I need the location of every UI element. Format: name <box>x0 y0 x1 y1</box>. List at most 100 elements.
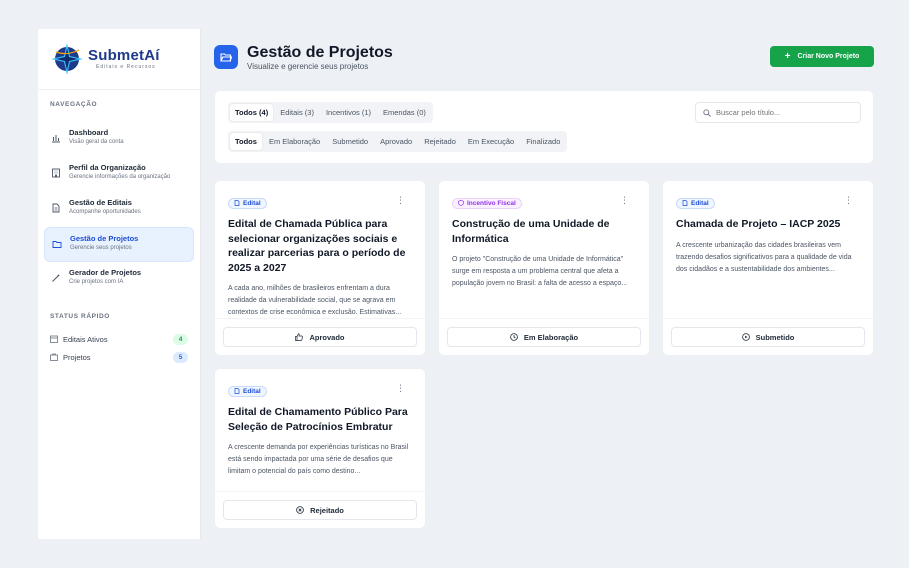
card-description: A cada ano, milhões de brasileiros enfre… <box>228 285 402 316</box>
sidebar-item-editais[interactable]: Gestão de Editais Acompanhe oportunidade… <box>44 192 194 227</box>
tab-status-submetido[interactable]: Submetido <box>327 133 373 150</box>
sidebar-item-desc: Acompanhe oportunidades <box>69 209 141 215</box>
document-icon <box>234 200 240 206</box>
sidebar-item-label: Gerador de Projetos <box>69 268 142 277</box>
thumbs-up-icon <box>295 333 304 341</box>
tab-status-rejeitado[interactable]: Rejeitado <box>419 133 461 150</box>
plus-icon: + <box>784 50 791 62</box>
card-title: Construção de uma Unidade de Informática <box>452 218 610 245</box>
type-tag: Edital <box>228 197 267 209</box>
sidebar-item-label: Gestão de Editais <box>69 198 132 207</box>
nav-section-title: NAVEGAÇÃO <box>50 101 98 108</box>
x-circle-icon <box>296 506 304 514</box>
status-label: Editais Ativos <box>63 334 108 344</box>
type-tag: Incentivo Fiscal <box>452 197 522 209</box>
project-cards-grid: Edital ⋮ Edital de Chamada Pública para … <box>214 180 874 529</box>
status-count-badge: 5 <box>173 351 188 363</box>
sidebar-item-label: Dashboard <box>69 128 109 137</box>
tab-status-finalizado[interactable]: Finalizado <box>521 133 565 150</box>
document-icon <box>682 200 688 206</box>
card-description: A crescente demanda por experiências tur… <box>228 444 409 475</box>
create-project-button[interactable]: + Criar Novo Projeto <box>770 46 874 67</box>
star-logo-icon <box>51 43 83 75</box>
building-icon <box>52 168 60 178</box>
sidebar: SubmetAí Editais e Recursos NAVEGAÇÃO Da… <box>38 29 201 539</box>
tab-editais[interactable]: Editais (3) <box>275 104 319 121</box>
project-card[interactable]: Incentivo Fiscal ⋮ Construção de uma Uni… <box>438 180 650 356</box>
more-options-icon[interactable]: ⋮ <box>396 384 405 393</box>
sidebar-item-label: Perfil da Organização <box>69 163 146 172</box>
type-tag-label: Incentivo Fiscal <box>467 199 516 207</box>
sidebar-item-desc: Gerencie seus projetos <box>70 245 132 251</box>
search-input[interactable] <box>716 108 846 117</box>
create-project-label: Criar Novo Projeto <box>797 53 860 60</box>
more-options-icon[interactable]: ⋮ <box>396 196 405 205</box>
card-title: Chamada de Projeto – IACP 2025 <box>676 218 841 230</box>
status-button-submetido[interactable]: Submetido <box>671 327 865 347</box>
more-options-icon[interactable]: ⋮ <box>844 196 853 205</box>
tab-status-todos[interactable]: Todos <box>230 133 262 150</box>
status-button-label: Aprovado <box>309 332 345 342</box>
card-title: Edital de Chamada Pública para seleciona… <box>228 218 406 274</box>
more-options-icon[interactable]: ⋮ <box>620 196 629 205</box>
project-card[interactable]: Edital ⋮ Chamada de Projeto – IACP 2025 … <box>662 180 874 356</box>
type-filter-tabs: Todos (4) Editais (3) Incentivos (1) Eme… <box>228 102 433 123</box>
brand-logo[interactable]: SubmetAí Editais e Recursos <box>38 29 200 90</box>
brand-name: SubmetAí <box>88 47 160 64</box>
tab-incentivos[interactable]: Incentivos (1) <box>321 104 376 121</box>
type-tag-label: Edital <box>691 199 709 207</box>
page-subtitle: Visualize e gerencie seus projetos <box>247 61 369 71</box>
briefcase-icon <box>50 353 58 361</box>
project-card[interactable]: Edital ⋮ Edital de Chamada Pública para … <box>214 180 426 356</box>
status-button-aprovado[interactable]: Aprovado <box>223 327 417 347</box>
status-button-em-elaboracao[interactable]: Em Elaboração <box>447 327 641 347</box>
status-button-label: Submetido <box>755 332 795 342</box>
sidebar-nav: Dashboard Visão geral da conta Perfil da… <box>38 122 200 297</box>
document-icon <box>234 388 240 394</box>
status-label: Projetos <box>63 352 91 362</box>
tab-status-em-execucao[interactable]: Em Execução <box>463 133 519 150</box>
card-divider <box>439 318 649 319</box>
app-window: SubmetAí Editais e Recursos NAVEGAÇÃO Da… <box>38 29 882 539</box>
card-description: A crescente urbanização das cidades bras… <box>676 241 852 273</box>
card-divider <box>215 491 425 492</box>
tab-status-aprovado[interactable]: Aprovado <box>375 133 417 150</box>
document-icon <box>52 203 60 213</box>
main-content: Gestão de Projetos Visualize e gerencie … <box>201 29 882 539</box>
calendar-icon <box>50 335 58 343</box>
status-button-rejeitado[interactable]: Rejeitado <box>223 500 417 520</box>
sidebar-item-organization-profile[interactable]: Perfil da Organização Gerencie informaçõ… <box>44 157 194 192</box>
search-box <box>695 102 861 123</box>
status-filter-tabs: Todos Em Elaboração Submetido Aprovado R… <box>228 131 568 152</box>
bar-chart-icon <box>52 135 60 143</box>
magic-wand-icon <box>52 273 61 282</box>
status-button-label: Em Elaboração <box>523 332 579 342</box>
sidebar-item-desc: Visão geral da conta <box>69 139 124 145</box>
card-description: O projeto "Construção de uma Unidade de … <box>452 256 628 287</box>
sidebar-item-projetos[interactable]: Gestão de Projetos Gerencie seus projeto… <box>44 227 194 262</box>
status-section-title: STATUS RÁPIDO <box>50 313 110 320</box>
play-circle-icon <box>741 333 750 341</box>
filter-panel: Todos (4) Editais (3) Incentivos (1) Eme… <box>214 90 874 164</box>
card-divider <box>663 318 873 319</box>
sidebar-item-desc: Crie projetos com IA <box>69 279 124 285</box>
tab-status-em-elaboracao[interactable]: Em Elaboração <box>264 133 325 150</box>
type-tag-label: Edital <box>243 199 261 207</box>
sidebar-item-desc: Gerencie informações da organização <box>69 174 171 180</box>
sidebar-item-gerador[interactable]: Gerador de Projetos Crie projetos com IA <box>44 262 194 297</box>
card-divider <box>215 318 425 319</box>
sidebar-item-dashboard[interactable]: Dashboard Visão geral da conta <box>44 122 194 157</box>
status-count-badge: 4 <box>173 333 188 345</box>
card-title: Edital de Chamamento Público Para Seleçã… <box>228 406 408 433</box>
folder-open-icon <box>214 45 238 69</box>
tab-emendas[interactable]: Emendas (0) <box>378 104 431 121</box>
status-projetos[interactable]: Projetos 5 <box>50 348 188 366</box>
project-card[interactable]: Edital ⋮ Edital de Chamamento Público Pa… <box>214 368 426 529</box>
tab-todos-type[interactable]: Todos (4) <box>230 104 274 121</box>
search-icon <box>703 108 711 117</box>
type-tag-label: Edital <box>243 387 261 395</box>
status-editais-ativos[interactable]: Editais Ativos 4 <box>50 330 188 348</box>
type-tag: Edital <box>228 385 267 397</box>
status-button-label: Rejeitado <box>310 505 344 515</box>
quick-status-list: Editais Ativos 4 Projetos 5 <box>38 330 200 366</box>
